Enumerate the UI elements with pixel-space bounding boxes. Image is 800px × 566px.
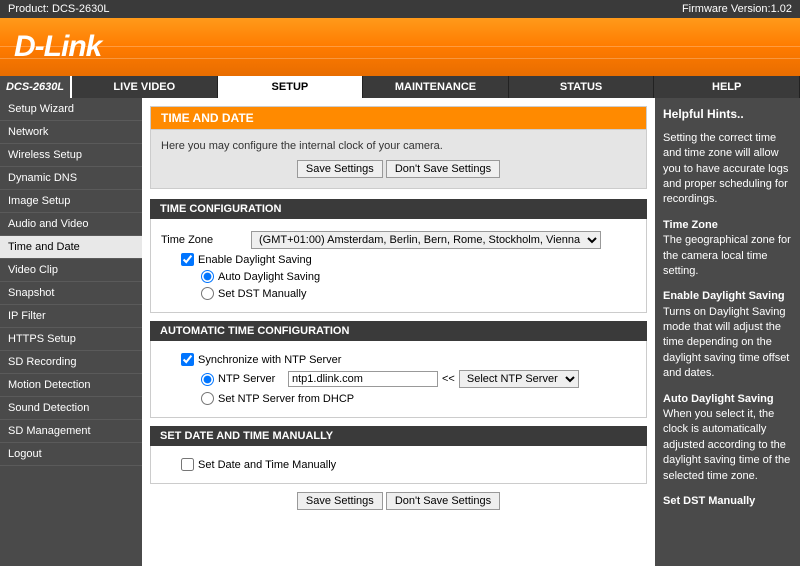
- sync-ntp-label: Synchronize with NTP Server: [198, 354, 341, 366]
- sidebar-item-setup-wizard[interactable]: Setup Wizard: [0, 98, 142, 121]
- sidebar-item-https-setup[interactable]: HTTPS Setup: [0, 328, 142, 351]
- intro-box: Here you may configure the internal cloc…: [150, 129, 647, 189]
- auto-time-body: Synchronize with NTP Server NTP Server <…: [150, 341, 647, 418]
- timezone-select[interactable]: (GMT+01:00) Amsterdam, Berlin, Bern, Rom…: [251, 231, 601, 249]
- sidebar-item-sound-detection[interactable]: Sound Detection: [0, 397, 142, 420]
- manual-body: Set Date and Time Manually: [150, 446, 647, 484]
- tabs-row: DCS-2630L LIVE VIDEOSETUPMAINTENANCESTAT…: [0, 76, 800, 98]
- ntp-dhcp-radio[interactable]: [201, 392, 214, 405]
- section-auto-time: AUTOMATIC TIME CONFIGURATION: [150, 321, 647, 341]
- ntp-server-input[interactable]: [288, 371, 438, 387]
- section-time-config: TIME CONFIGURATION: [150, 199, 647, 219]
- sidebar-item-logout[interactable]: Logout: [0, 443, 142, 466]
- sync-ntp-checkbox[interactable]: [181, 353, 194, 366]
- ntp-select[interactable]: Select NTP Server: [459, 370, 579, 388]
- ntp-dhcp-label: Set NTP Server from DHCP: [218, 393, 354, 405]
- hints-p3: Turns on Daylight Saving mode that will …: [663, 306, 789, 380]
- top-bar: Product: DCS-2630L Firmware Version:1.02: [0, 0, 800, 18]
- sidebar-item-dynamic-dns[interactable]: Dynamic DNS: [0, 167, 142, 190]
- dont-save-button-top[interactable]: Don't Save Settings: [386, 160, 500, 178]
- hints-p2: The geographical zone for the camera loc…: [663, 234, 791, 277]
- banner: D-Link: [0, 18, 800, 76]
- auto-dst-radio[interactable]: [201, 270, 214, 283]
- sidebar-item-ip-filter[interactable]: IP Filter: [0, 305, 142, 328]
- dont-save-button-bottom[interactable]: Don't Save Settings: [386, 492, 500, 510]
- tab-status[interactable]: STATUS: [509, 76, 655, 98]
- sidebar-item-wireless-setup[interactable]: Wireless Setup: [0, 144, 142, 167]
- tab-live-video[interactable]: LIVE VIDEO: [72, 76, 218, 98]
- main-content: TIME AND DATE Here you may configure the…: [142, 98, 655, 566]
- sidebar-item-video-clip[interactable]: Video Clip: [0, 259, 142, 282]
- sidebar-item-sd-management[interactable]: SD Management: [0, 420, 142, 443]
- set-dst-label: Set DST Manually: [218, 288, 306, 300]
- dlink-logo: D-Link: [14, 30, 101, 64]
- set-dst-radio[interactable]: [201, 287, 214, 300]
- ntp-arrows: <<: [442, 373, 455, 385]
- intro-text: Here you may configure the internal cloc…: [161, 140, 636, 152]
- ntp-server-label: NTP Server: [218, 373, 288, 385]
- enable-dst-label: Enable Daylight Saving: [198, 254, 312, 266]
- firmware-label: Firmware Version:1.02: [682, 3, 792, 15]
- hints-p4: When you select it, the clock is automat…: [663, 408, 790, 482]
- manual-label: Set Date and Time Manually: [198, 459, 336, 471]
- hints-title: Helpful Hints..: [663, 106, 792, 123]
- sidebar-item-snapshot[interactable]: Snapshot: [0, 282, 142, 305]
- save-button-top[interactable]: Save Settings: [297, 160, 383, 178]
- sidebar: Setup WizardNetworkWireless SetupDynamic…: [0, 98, 142, 566]
- hints-p1: Setting the correct time and time zone w…: [663, 131, 792, 208]
- auto-dst-label: Auto Daylight Saving: [218, 271, 320, 283]
- sidebar-item-audio-and-video[interactable]: Audio and Video: [0, 213, 142, 236]
- model-label: DCS-2630L: [0, 76, 72, 98]
- enable-dst-checkbox[interactable]: [181, 253, 194, 266]
- ntp-server-radio[interactable]: [201, 373, 214, 386]
- sidebar-item-sd-recording[interactable]: SD Recording: [0, 351, 142, 374]
- section-manual: SET DATE AND TIME MANUALLY: [150, 426, 647, 446]
- save-button-bottom[interactable]: Save Settings: [297, 492, 383, 510]
- sidebar-item-time-and-date[interactable]: Time and Date: [0, 236, 142, 259]
- hints-h5: Set DST Manually: [663, 494, 792, 509]
- tab-setup[interactable]: SETUP: [218, 76, 364, 98]
- hints-h3: Enable Daylight Saving: [663, 289, 792, 304]
- sidebar-item-network[interactable]: Network: [0, 121, 142, 144]
- sidebar-item-image-setup[interactable]: Image Setup: [0, 190, 142, 213]
- timezone-label: Time Zone: [161, 234, 251, 246]
- tab-maintenance[interactable]: MAINTENANCE: [363, 76, 509, 98]
- manual-checkbox[interactable]: [181, 458, 194, 471]
- hints-panel: Helpful Hints.. Setting the correct time…: [655, 98, 800, 566]
- page-title: TIME AND DATE: [150, 106, 647, 129]
- product-label: Product: DCS-2630L: [8, 3, 110, 15]
- hints-h4: Auto Daylight Saving: [663, 392, 792, 407]
- sidebar-item-motion-detection[interactable]: Motion Detection: [0, 374, 142, 397]
- time-config-body: Time Zone (GMT+01:00) Amsterdam, Berlin,…: [150, 219, 647, 313]
- hints-h2: Time Zone: [663, 218, 792, 233]
- tab-help[interactable]: HELP: [654, 76, 800, 98]
